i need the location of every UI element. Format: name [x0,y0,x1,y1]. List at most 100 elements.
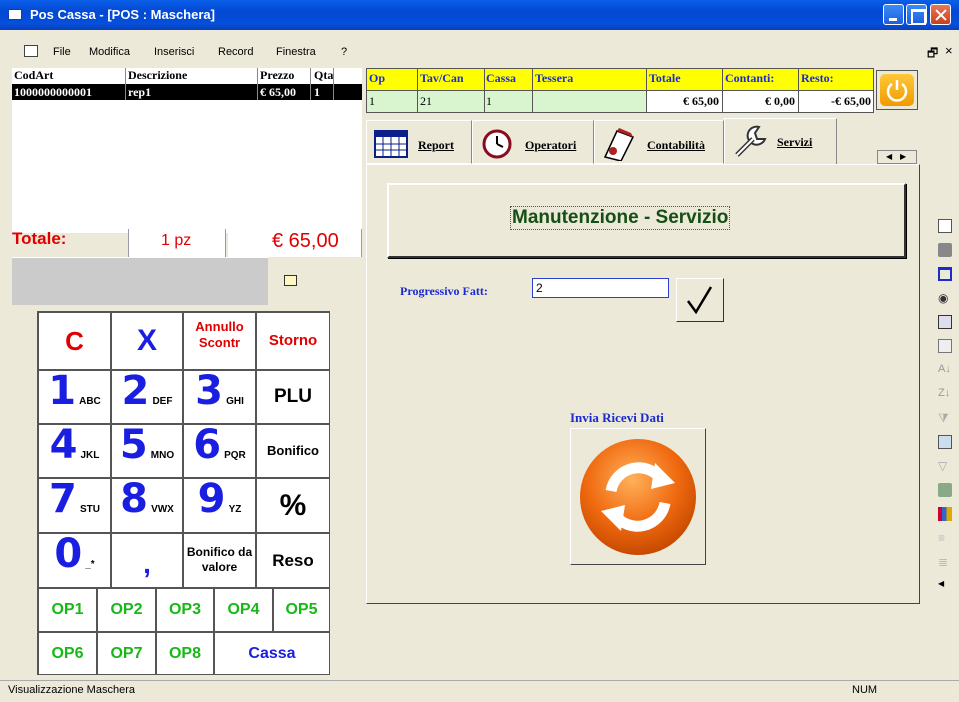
articles-grid[interactable]: CodArt Descrizione Prezzo Qta 1000000000… [12,68,362,233]
hdr-resto: Resto: [801,71,834,85]
tab-contabilita-label: Contabilità [647,138,706,152]
print-preview-icon[interactable] [938,219,952,233]
key-7[interactable]: 7 STU [38,478,111,533]
op4-button[interactable]: OP4 [214,588,273,632]
cell-qta: 1 [314,85,320,99]
op6-button[interactable]: OP6 [38,632,97,675]
menu-finestra[interactable]: Finestra [276,46,316,58]
properties-icon[interactable]: ≣ [938,555,952,569]
menu-inserisci[interactable]: Inserisci [154,46,194,58]
storno-button[interactable]: Storno [256,312,330,370]
ledger-icon [603,128,635,161]
menu-help[interactable]: ? [341,46,347,58]
col-codart: CodArt [14,68,54,82]
delete-record-icon[interactable]: ≡ [938,531,952,545]
tab-report[interactable]: Report [366,120,472,164]
scroll-left-icon[interactable]: ◀ [886,152,892,161]
minimize-button[interactable] [883,4,904,25]
apply-filter-icon[interactable]: ▽ [938,459,952,473]
maximize-button[interactable] [906,4,927,25]
power-icon [880,74,914,106]
filter-form-icon[interactable] [938,435,952,449]
print-icon[interactable] [938,243,952,257]
op7-button[interactable]: OP7 [97,632,156,675]
folder-icon[interactable] [284,275,297,286]
key-2[interactable]: 2 DEF [111,370,183,424]
cassa-button[interactable]: Cassa [214,632,330,675]
app-icon [8,9,22,20]
scroll-right-icon[interactable]: ▶ [900,152,906,161]
op8-button[interactable]: OP8 [156,632,214,675]
cancel-x-button[interactable]: X [111,312,183,370]
key-9[interactable]: 9 YZ [183,478,256,533]
grey-band [12,257,268,305]
key-5[interactable]: 5 MNO [111,424,183,478]
tab-operatori-label: Operatori [525,138,577,152]
sync-button[interactable] [570,428,706,565]
val-cassa[interactable]: 1 [486,94,492,109]
mdi-close-icon[interactable]: × [945,43,953,58]
val-op[interactable]: 1 [369,94,375,109]
filter-selection-icon[interactable]: ⧩ [938,411,952,425]
datasheet-icon[interactable] [938,339,952,353]
annullo-scontrino-button[interactable]: Annullo Scontr [183,312,256,370]
binoculars-icon[interactable]: ◉ [938,291,952,305]
bonifico-da-valore-button[interactable]: Bonifico da valore [183,533,256,588]
close-button[interactable] [930,4,951,25]
hdr-totale: Totale [649,71,681,85]
key-3[interactable]: 3 GHI [183,370,256,424]
divider [257,68,258,100]
clock-icon [482,129,512,159]
chart-icon[interactable] [938,507,952,521]
tab-operatori[interactable]: Operatori [472,120,594,164]
menu-record[interactable]: Record [218,46,253,58]
key-0[interactable]: 0 _* [38,533,111,588]
divider [333,68,334,100]
clear-button[interactable]: C [38,312,111,370]
annullo-label: Annullo Scontr [195,319,244,350]
key-8[interactable]: 8 VWX [111,478,183,533]
menu-modifica[interactable]: Modifica [89,46,130,58]
progressivo-input[interactable] [532,278,669,298]
key-4[interactable]: 4 JKL [38,424,111,478]
val-contanti[interactable]: € 0,00 [725,94,795,109]
menu-file[interactable]: File [53,46,71,58]
toolbar-more-icon[interactable]: ◀ [938,579,952,593]
power-button[interactable] [876,70,918,110]
tab-report-label: Report [418,138,454,152]
restore-icon[interactable]: 🗗 [927,44,938,65]
col-prezzo: Prezzo [260,68,295,82]
val-tav[interactable]: 21 [420,94,432,109]
total-amount: € 65,00 [272,230,339,252]
tab-scroll[interactable]: ◀ ▶ [877,150,917,164]
right-toolbar: ◉ A↓ Z↓ ⧩ ▽ ≡ ≣ ◀ [932,215,959,615]
op2-button[interactable]: OP2 [97,588,156,632]
form-icon[interactable] [24,45,38,57]
key-6[interactable]: 6 PQR [183,424,256,478]
confirm-button[interactable] [676,278,724,322]
window-title: Pos Cassa - [POS : Maschera] [30,7,215,22]
tab-servizi[interactable]: Servizi [724,118,837,166]
keypad: C X Annullo Scontr Storno 1 ABC 2 DEF 3 … [37,311,330,675]
val-totale: € 65,00 [683,94,719,108]
tab-contabilita[interactable]: Contabilità [594,120,724,164]
op5-button[interactable]: OP5 [273,588,330,632]
header-grid: Op Tav/Can Cassa Tessera Totale Contanti… [366,68,874,114]
form-view-icon[interactable] [938,315,952,329]
sort-ascending-icon[interactable]: A↓ [938,363,952,377]
calendar-icon [374,130,408,158]
book-icon[interactable] [938,267,952,281]
new-record-icon[interactable] [938,483,952,497]
key-1[interactable]: 1 ABC [38,370,111,424]
percent-button[interactable]: % [256,478,330,533]
plu-button[interactable]: PLU [256,370,330,424]
manutenzione-title[interactable]: Manutenzione - Servizio [510,206,731,230]
op3-button[interactable]: OP3 [156,588,214,632]
op1-button[interactable]: OP1 [38,588,97,632]
bonifico-button[interactable]: Bonifico [256,424,330,478]
reso-button[interactable]: Reso [256,533,330,588]
col-qta: Qta [314,68,334,82]
comma-button[interactable]: , [111,533,183,588]
hdr-op: Op [369,71,386,85]
sort-descending-icon[interactable]: Z↓ [938,387,952,401]
